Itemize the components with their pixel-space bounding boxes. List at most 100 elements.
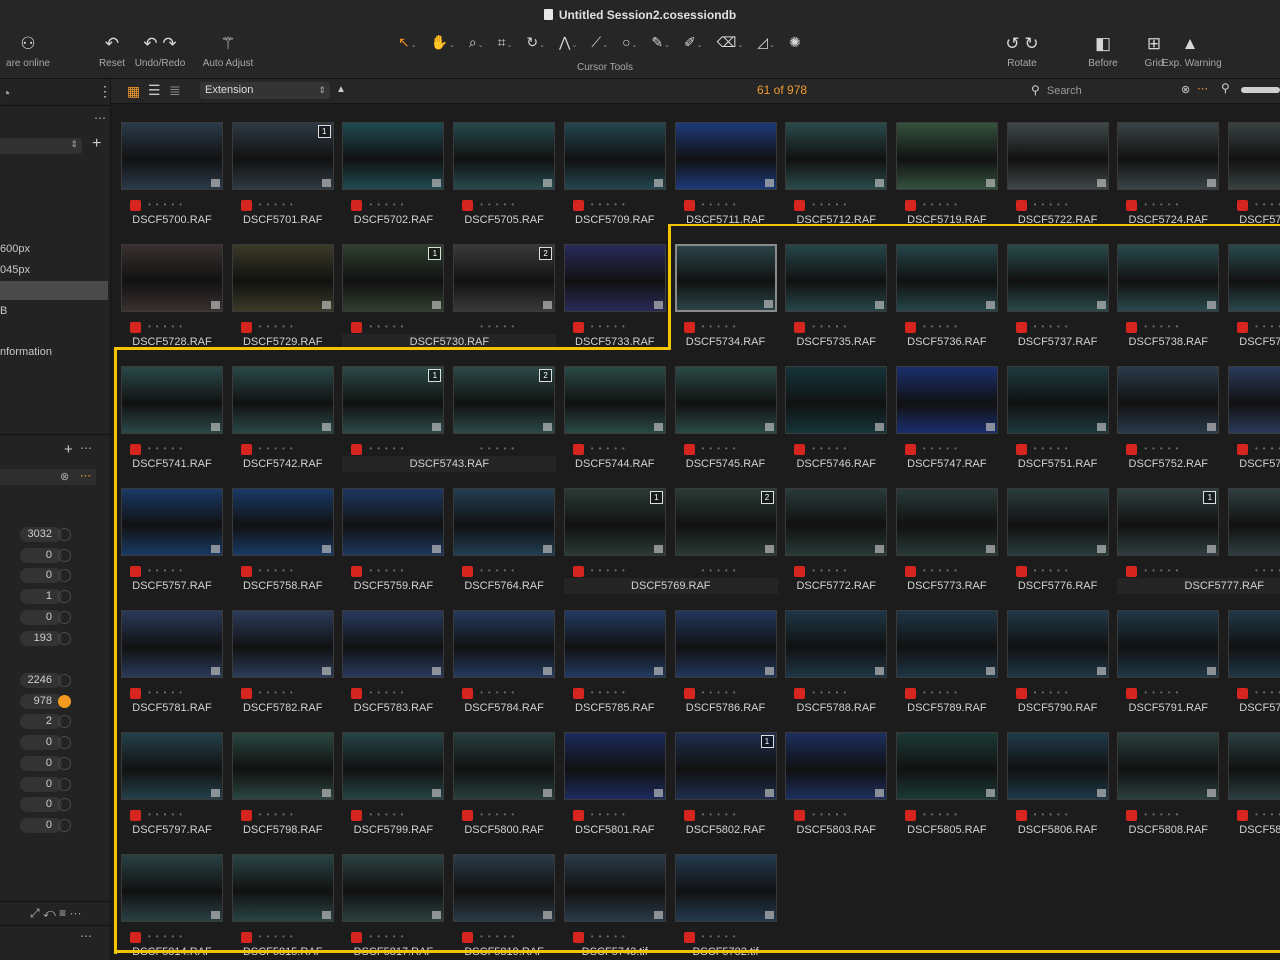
thumbnail-image[interactable] xyxy=(895,366,998,434)
color-tag[interactable] xyxy=(683,322,695,333)
more-icon[interactable]: ⋯ xyxy=(80,441,92,455)
undo-redo-button[interactable]: ↶ ↷ Undo/Redo xyxy=(132,30,188,78)
star-rating[interactable]: ••••• xyxy=(148,688,187,697)
thumbnail-image[interactable] xyxy=(895,610,998,678)
thumbnail-cell[interactable]: •••••DSCF5819.RAF xyxy=(448,840,556,960)
thumbnail-cell[interactable]: ••••• DSCF5746.RAF xyxy=(780,352,888,474)
thumbnail-cell[interactable]: •••••DSCF5743.tif xyxy=(559,840,666,960)
thumbnail-image[interactable]: 1 xyxy=(231,122,334,190)
thumbnail-cell[interactable]: •••••DSCF5817.RAF xyxy=(337,840,445,960)
color-tag[interactable] xyxy=(794,810,806,821)
star-rating[interactable]: ••••• xyxy=(702,688,741,697)
thumbnail-cell[interactable]: ••••• DSCF5806.RAF xyxy=(1002,718,1109,840)
thumbnail-image[interactable] xyxy=(1117,366,1220,434)
color-tag[interactable] xyxy=(1237,688,1248,699)
color-tag[interactable] xyxy=(572,322,584,333)
color-tag[interactable] xyxy=(1126,688,1138,699)
thumbnail-image[interactable] xyxy=(1228,732,1280,800)
selected-row[interactable] xyxy=(0,281,108,300)
color-tag[interactable] xyxy=(351,688,363,699)
thumbnail-image[interactable]: 1 xyxy=(342,366,445,434)
star-rating[interactable]: ••••• xyxy=(923,810,962,819)
thumbnail-image[interactable] xyxy=(453,732,556,800)
crop-icon[interactable]: ⌗⌄ xyxy=(498,34,520,51)
star-rating[interactable]: ••••• xyxy=(480,200,519,209)
color-tag[interactable] xyxy=(351,566,363,577)
copy-button[interactable]: ⟋Co xyxy=(1262,30,1280,78)
star-rating[interactable]: ••••• xyxy=(812,688,851,697)
star-rating[interactable]: ••••• xyxy=(812,566,851,575)
star-rating[interactable]: ••••• xyxy=(480,566,519,575)
thumbnail-cell[interactable]: ••••• DSCF5784.RAF xyxy=(448,596,556,718)
add-icon[interactable]: + xyxy=(92,135,101,153)
thumbnail-cell[interactable]: ••••• DSCF5744.RAF xyxy=(559,352,666,474)
filter-search-input[interactable]: ⊗ ⋯ xyxy=(0,469,96,485)
star-rating[interactable]: ••••• xyxy=(1034,810,1073,819)
thumbnail-cell[interactable]: •••••DSCF5782.tif xyxy=(670,840,777,960)
star-rating[interactable]: ••••• xyxy=(480,444,519,453)
thumbnail-image[interactable] xyxy=(342,610,445,678)
select-icon[interactable]: ↖⌄ xyxy=(398,34,424,51)
color-tag[interactable] xyxy=(683,200,695,211)
rotate-tool-icon[interactable]: ↻⌄ xyxy=(526,34,552,51)
star-rating[interactable]: ••••• xyxy=(480,688,519,697)
thumbnail-cell[interactable]: ••••• DSCF5742.RAF xyxy=(227,352,334,474)
thumbnail-cell[interactable]: •••••DSCF5815.RAF xyxy=(227,840,334,960)
filter-toggle[interactable] xyxy=(58,631,71,645)
thumbnail-cell[interactable]: 2 ••••• xyxy=(670,474,777,596)
thumbnail-cell[interactable]: ••••• DSCF5702.RAF xyxy=(337,108,445,230)
thumbnail-image[interactable] xyxy=(1117,732,1220,800)
star-rating[interactable]: ••••• xyxy=(259,444,298,453)
thumbnail-image[interactable] xyxy=(342,854,445,922)
color-tag[interactable] xyxy=(572,566,584,577)
star-rating[interactable]: ••••• xyxy=(1144,688,1183,697)
star-rating[interactable]: ••••• xyxy=(591,932,630,941)
circle-mask-icon[interactable]: ○⌄ xyxy=(622,34,644,50)
star-rating[interactable]: ••••• xyxy=(591,810,630,819)
thumbnail-image[interactable] xyxy=(231,488,334,556)
color-tag[interactable] xyxy=(1126,810,1138,821)
star-rating[interactable]: ••••• xyxy=(1144,566,1183,575)
thumbnail-cell[interactable]: ••••• DSCF5791.RAF xyxy=(1112,596,1220,718)
color-tag[interactable] xyxy=(1015,810,1027,821)
star-rating[interactable]: ••••• xyxy=(369,322,408,331)
star-rating[interactable]: ••••• xyxy=(1255,810,1280,819)
thumbnail-cell[interactable]: ••••• DSCF5764.RAF xyxy=(448,474,556,596)
thumbnail-image[interactable] xyxy=(121,610,223,678)
star-rating[interactable]: ••••• xyxy=(148,566,187,575)
star-rating[interactable]: ••••• xyxy=(369,932,408,941)
color-tag[interactable] xyxy=(794,688,806,699)
color-tag[interactable] xyxy=(240,200,252,211)
more-icon[interactable]: ⋯ xyxy=(80,469,91,482)
thumbnail-image[interactable] xyxy=(563,732,666,800)
star-rating[interactable]: ••••• xyxy=(812,322,851,331)
thumbnail-image[interactable] xyxy=(785,244,888,312)
star-rating[interactable]: ••••• xyxy=(923,444,962,453)
filter-toggle[interactable] xyxy=(58,590,71,604)
thumbnail-cell[interactable]: 1 ••••• DSCF5730.RAF xyxy=(337,230,557,352)
picker-icon[interactable]: ⟋⌄ xyxy=(591,34,615,51)
color-tag[interactable] xyxy=(240,932,252,943)
thumbnail-cell[interactable]: ••••• DSCF5781.RAF xyxy=(116,596,223,718)
thumbnail-cell[interactable]: ••••• DSCF5776.RAF xyxy=(1002,474,1109,596)
thumbnail-image[interactable] xyxy=(231,366,334,434)
star-rating[interactable]: ••••• xyxy=(1255,566,1280,575)
filter-toggle[interactable] xyxy=(58,736,71,750)
color-tag[interactable] xyxy=(572,810,584,821)
thumbnail-image[interactable] xyxy=(785,366,888,434)
thumbnail-image[interactable] xyxy=(1228,244,1280,312)
more-icon[interactable]: ⋯ xyxy=(80,929,92,943)
thumbnail-cell[interactable]: ••••• DSCF5728.RAF xyxy=(116,230,223,352)
star-rating[interactable]: ••••• xyxy=(1034,688,1073,697)
thumbnail-cell[interactable]: ••••• DSCF5759.RAF xyxy=(337,474,445,596)
color-tag[interactable] xyxy=(462,566,474,577)
thumbnail-cell[interactable]: ••••• DSCF5736.RAF xyxy=(891,230,998,352)
thumbnail-cell[interactable]: ••••• DSCF5783.RAF xyxy=(337,596,445,718)
thumbnail-image[interactable] xyxy=(674,244,777,312)
star-rating[interactable]: ••••• xyxy=(591,566,630,575)
filter-toggle[interactable] xyxy=(58,715,71,729)
thumbnail-size-slider[interactable] xyxy=(1241,87,1280,93)
sort-select[interactable]: Extension ⇕ xyxy=(200,82,330,99)
thumbnail-cell[interactable]: ••••• DSCF5758.RAF xyxy=(227,474,334,596)
color-tag[interactable] xyxy=(240,810,252,821)
